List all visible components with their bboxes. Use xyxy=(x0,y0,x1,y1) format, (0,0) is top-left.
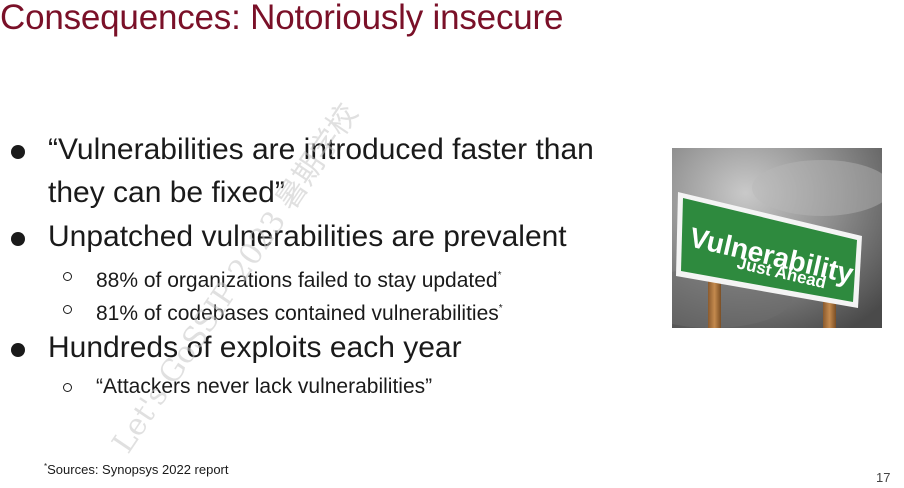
bullet-dot xyxy=(11,232,25,246)
sub-bullet-dot xyxy=(63,272,72,281)
bullet-3-text: Hundreds of exploits each year xyxy=(48,331,462,364)
sub-bullet-dot xyxy=(63,305,72,314)
vulnerability-sign-image: Vulnerability Just Ahead xyxy=(672,148,882,328)
sub-bullet-2: 81% of codebases contained vulnerabiliti… xyxy=(96,294,503,329)
bullet-1-line-1: “Vulnerabilities are introduced faster t… xyxy=(48,133,594,166)
sub-bullet-dot xyxy=(63,383,72,392)
bullet-1-line-2: they can be fixed” xyxy=(48,176,285,209)
sub-bullet-text: 81% of codebases contained vulnerabiliti… xyxy=(96,302,499,325)
footnote-mark: * xyxy=(498,303,503,314)
sub-bullet-1: 88% of organizations failed to stay upda… xyxy=(96,261,502,296)
sub-bullet-3: “Attackers never lack vulnerabilities” xyxy=(96,375,433,398)
footnote-mark: * xyxy=(497,270,502,281)
sub-bullet-text: 88% of organizations failed to stay upda… xyxy=(96,269,498,292)
page-number: 17 xyxy=(876,470,891,485)
bullet-dot xyxy=(11,145,25,159)
footnote: *Sources: Synopsys 2022 report xyxy=(44,462,229,477)
bullet-2-text: Unpatched vulnerabilities are prevalent xyxy=(48,220,567,253)
bullet-dot xyxy=(11,343,25,357)
footnote-text: Sources: Synopsys 2022 report xyxy=(47,462,229,477)
